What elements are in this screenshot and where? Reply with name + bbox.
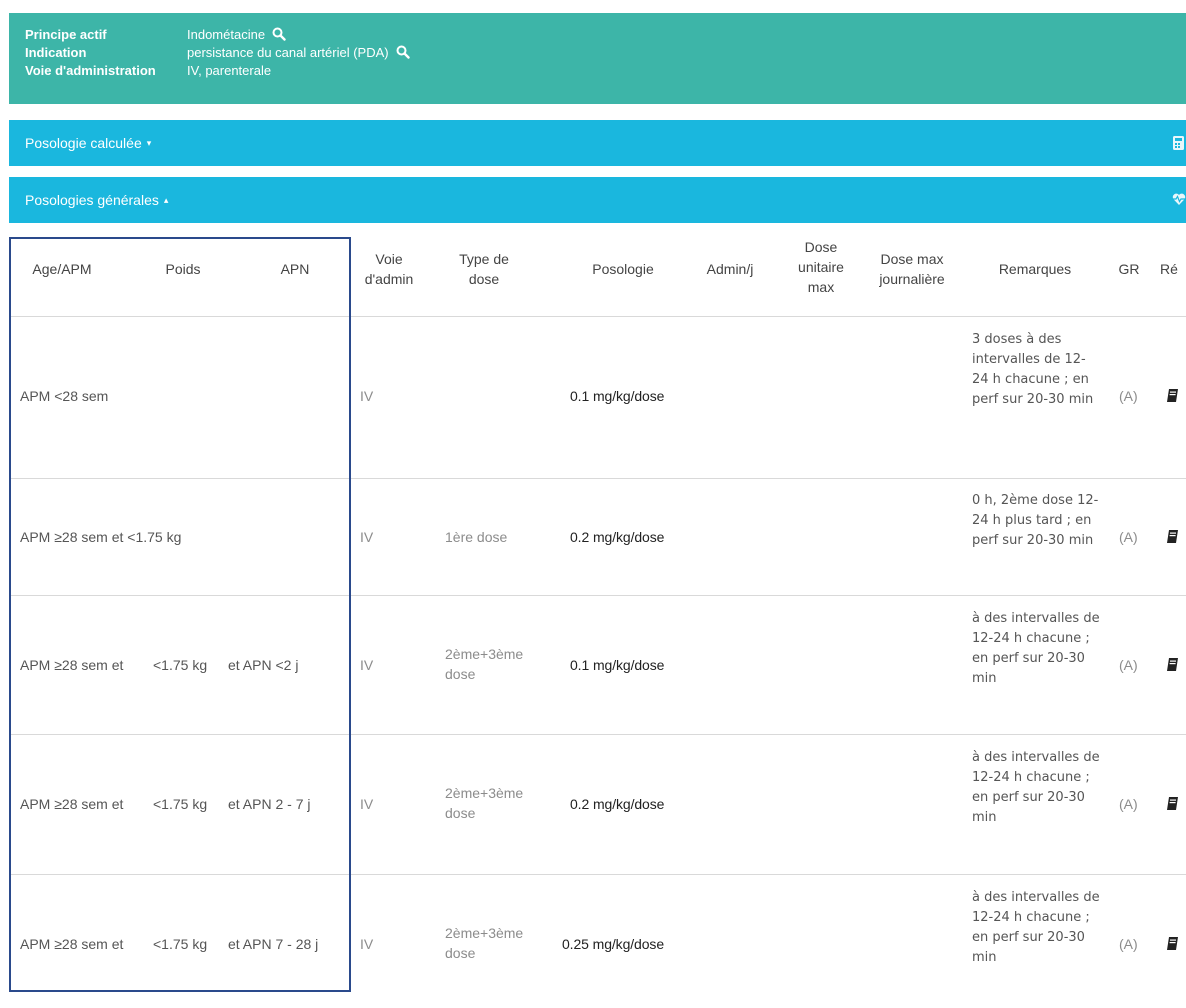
- header-apn: APN: [280, 261, 310, 277]
- header-weight: Poids: [165, 261, 201, 277]
- route-value: IV, parenterale: [187, 62, 272, 78]
- row3-weight: <1.75 kg: [153, 657, 208, 673]
- indication-label: Indication: [25, 44, 87, 60]
- row5-remarks: à des intervalles de 12-24 h chacune ; e…: [972, 890, 1100, 965]
- row4-dose-type: 2ème+3ème dose: [445, 785, 524, 821]
- row-divider: [9, 316, 1186, 317]
- row1-age: APM <28 sem: [20, 388, 109, 404]
- indication-row: Indication persistance du canal artériel…: [25, 43, 1186, 61]
- header-admin-per-day: Admin/j: [706, 261, 754, 277]
- row1-grade: (A): [1119, 388, 1138, 404]
- book-icon[interactable]: [1166, 529, 1180, 545]
- search-icon[interactable]: [272, 27, 286, 41]
- row5-posology: 0.25 mg/kg/dose: [562, 936, 665, 952]
- header-gr: GR: [1118, 261, 1140, 277]
- row2-route: IV: [360, 529, 374, 545]
- active-ingredient-value: Indométacine: [187, 26, 266, 42]
- header-remarks: Remarques: [998, 261, 1072, 277]
- general-dosages-toggle[interactable]: Posologies générales ▴: [9, 177, 1186, 223]
- row-divider: [9, 734, 1186, 735]
- row-divider: [9, 478, 1186, 479]
- row4-apn: et APN 2 - 7 j: [228, 796, 311, 812]
- row3-grade: (A): [1119, 657, 1138, 673]
- row1-posology: 0.1 mg/kg/dose: [570, 388, 665, 404]
- row3-apn: et APN <2 j: [228, 657, 299, 673]
- row2-remarks: 0 h, 2ème dose 12-24 h plus tard ; en pe…: [972, 493, 1099, 548]
- row5-weight: <1.75 kg: [153, 936, 208, 952]
- active-ingredient-row: Principe actif Indométacine: [25, 25, 1186, 43]
- calculator-icon: [1172, 135, 1186, 151]
- header-dose-type: Type de dose: [459, 251, 509, 287]
- row3-age: APM ≥28 sem et: [20, 657, 124, 673]
- row-divider: [9, 874, 1186, 875]
- row4-remarks: à des intervalles de 12-24 h chacune ; e…: [972, 750, 1100, 825]
- search-icon[interactable]: [396, 45, 410, 59]
- chevron-down-icon: ▾: [146, 137, 152, 148]
- row5-route: IV: [360, 936, 374, 952]
- row4-grade: (A): [1119, 796, 1138, 812]
- row-divider: [9, 595, 1186, 596]
- row2-posology: 0.2 mg/kg/dose: [570, 529, 665, 545]
- route-label: Voie d'administration: [25, 62, 156, 78]
- highlight-frame: [9, 237, 351, 992]
- header-max-unit-dose: Dose unitaire max: [798, 239, 844, 295]
- header-route: Voie d'admin: [364, 251, 414, 287]
- row4-weight: <1.75 kg: [153, 796, 208, 812]
- row1-route: IV: [360, 388, 374, 404]
- indication-value: persistance du canal artériel (PDA): [187, 44, 389, 60]
- chevron-up-icon: ▴: [163, 194, 169, 205]
- book-icon[interactable]: [1166, 388, 1180, 404]
- calculated-dosage-label: Posologie calculée: [25, 135, 142, 151]
- row5-apn: et APN 7 - 28 j: [228, 936, 319, 952]
- active-ingredient-label: Principe actif: [25, 26, 107, 42]
- book-icon[interactable]: [1166, 657, 1180, 673]
- header-max-daily-dose: Dose max journalière: [879, 251, 945, 287]
- row1-remarks: 3 doses à des intervalles de 12-24 h cha…: [972, 332, 1094, 407]
- row5-grade: (A): [1119, 936, 1138, 952]
- row4-age: APM ≥28 sem et: [20, 796, 124, 812]
- book-icon[interactable]: [1166, 796, 1180, 812]
- header-posology: Posologie: [592, 261, 654, 277]
- route-row: Voie d'administration IV, parenterale: [25, 61, 1186, 79]
- heartbeat-icon: [1172, 192, 1186, 208]
- row5-age: APM ≥28 sem et: [20, 936, 124, 952]
- row3-dose-type: 2ème+3ème dose: [445, 646, 524, 682]
- calculated-dosage-toggle[interactable]: Posologie calculée ▾: [9, 120, 1186, 166]
- row4-posology: 0.2 mg/kg/dose: [570, 796, 665, 812]
- row5-dose-type: 2ème+3ème dose: [445, 925, 524, 961]
- row2-age: APM ≥28 sem et <1.75 kg: [20, 529, 182, 545]
- row4-route: IV: [360, 796, 374, 812]
- row3-posology: 0.1 mg/kg/dose: [570, 657, 665, 673]
- header-age-apm: Age/APM: [32, 261, 92, 277]
- header-reference: Ré: [1160, 261, 1178, 277]
- drug-info-panel: Principe actif Indométacine Indication p…: [9, 13, 1186, 104]
- general-dosages-label: Posologies générales: [25, 192, 159, 208]
- book-icon[interactable]: [1166, 936, 1180, 952]
- row2-dose-type: 1ère dose: [445, 529, 508, 545]
- row3-remarks: à des intervalles de 12-24 h chacune ; e…: [972, 611, 1100, 686]
- row2-grade: (A): [1119, 529, 1138, 545]
- row3-route: IV: [360, 657, 374, 673]
